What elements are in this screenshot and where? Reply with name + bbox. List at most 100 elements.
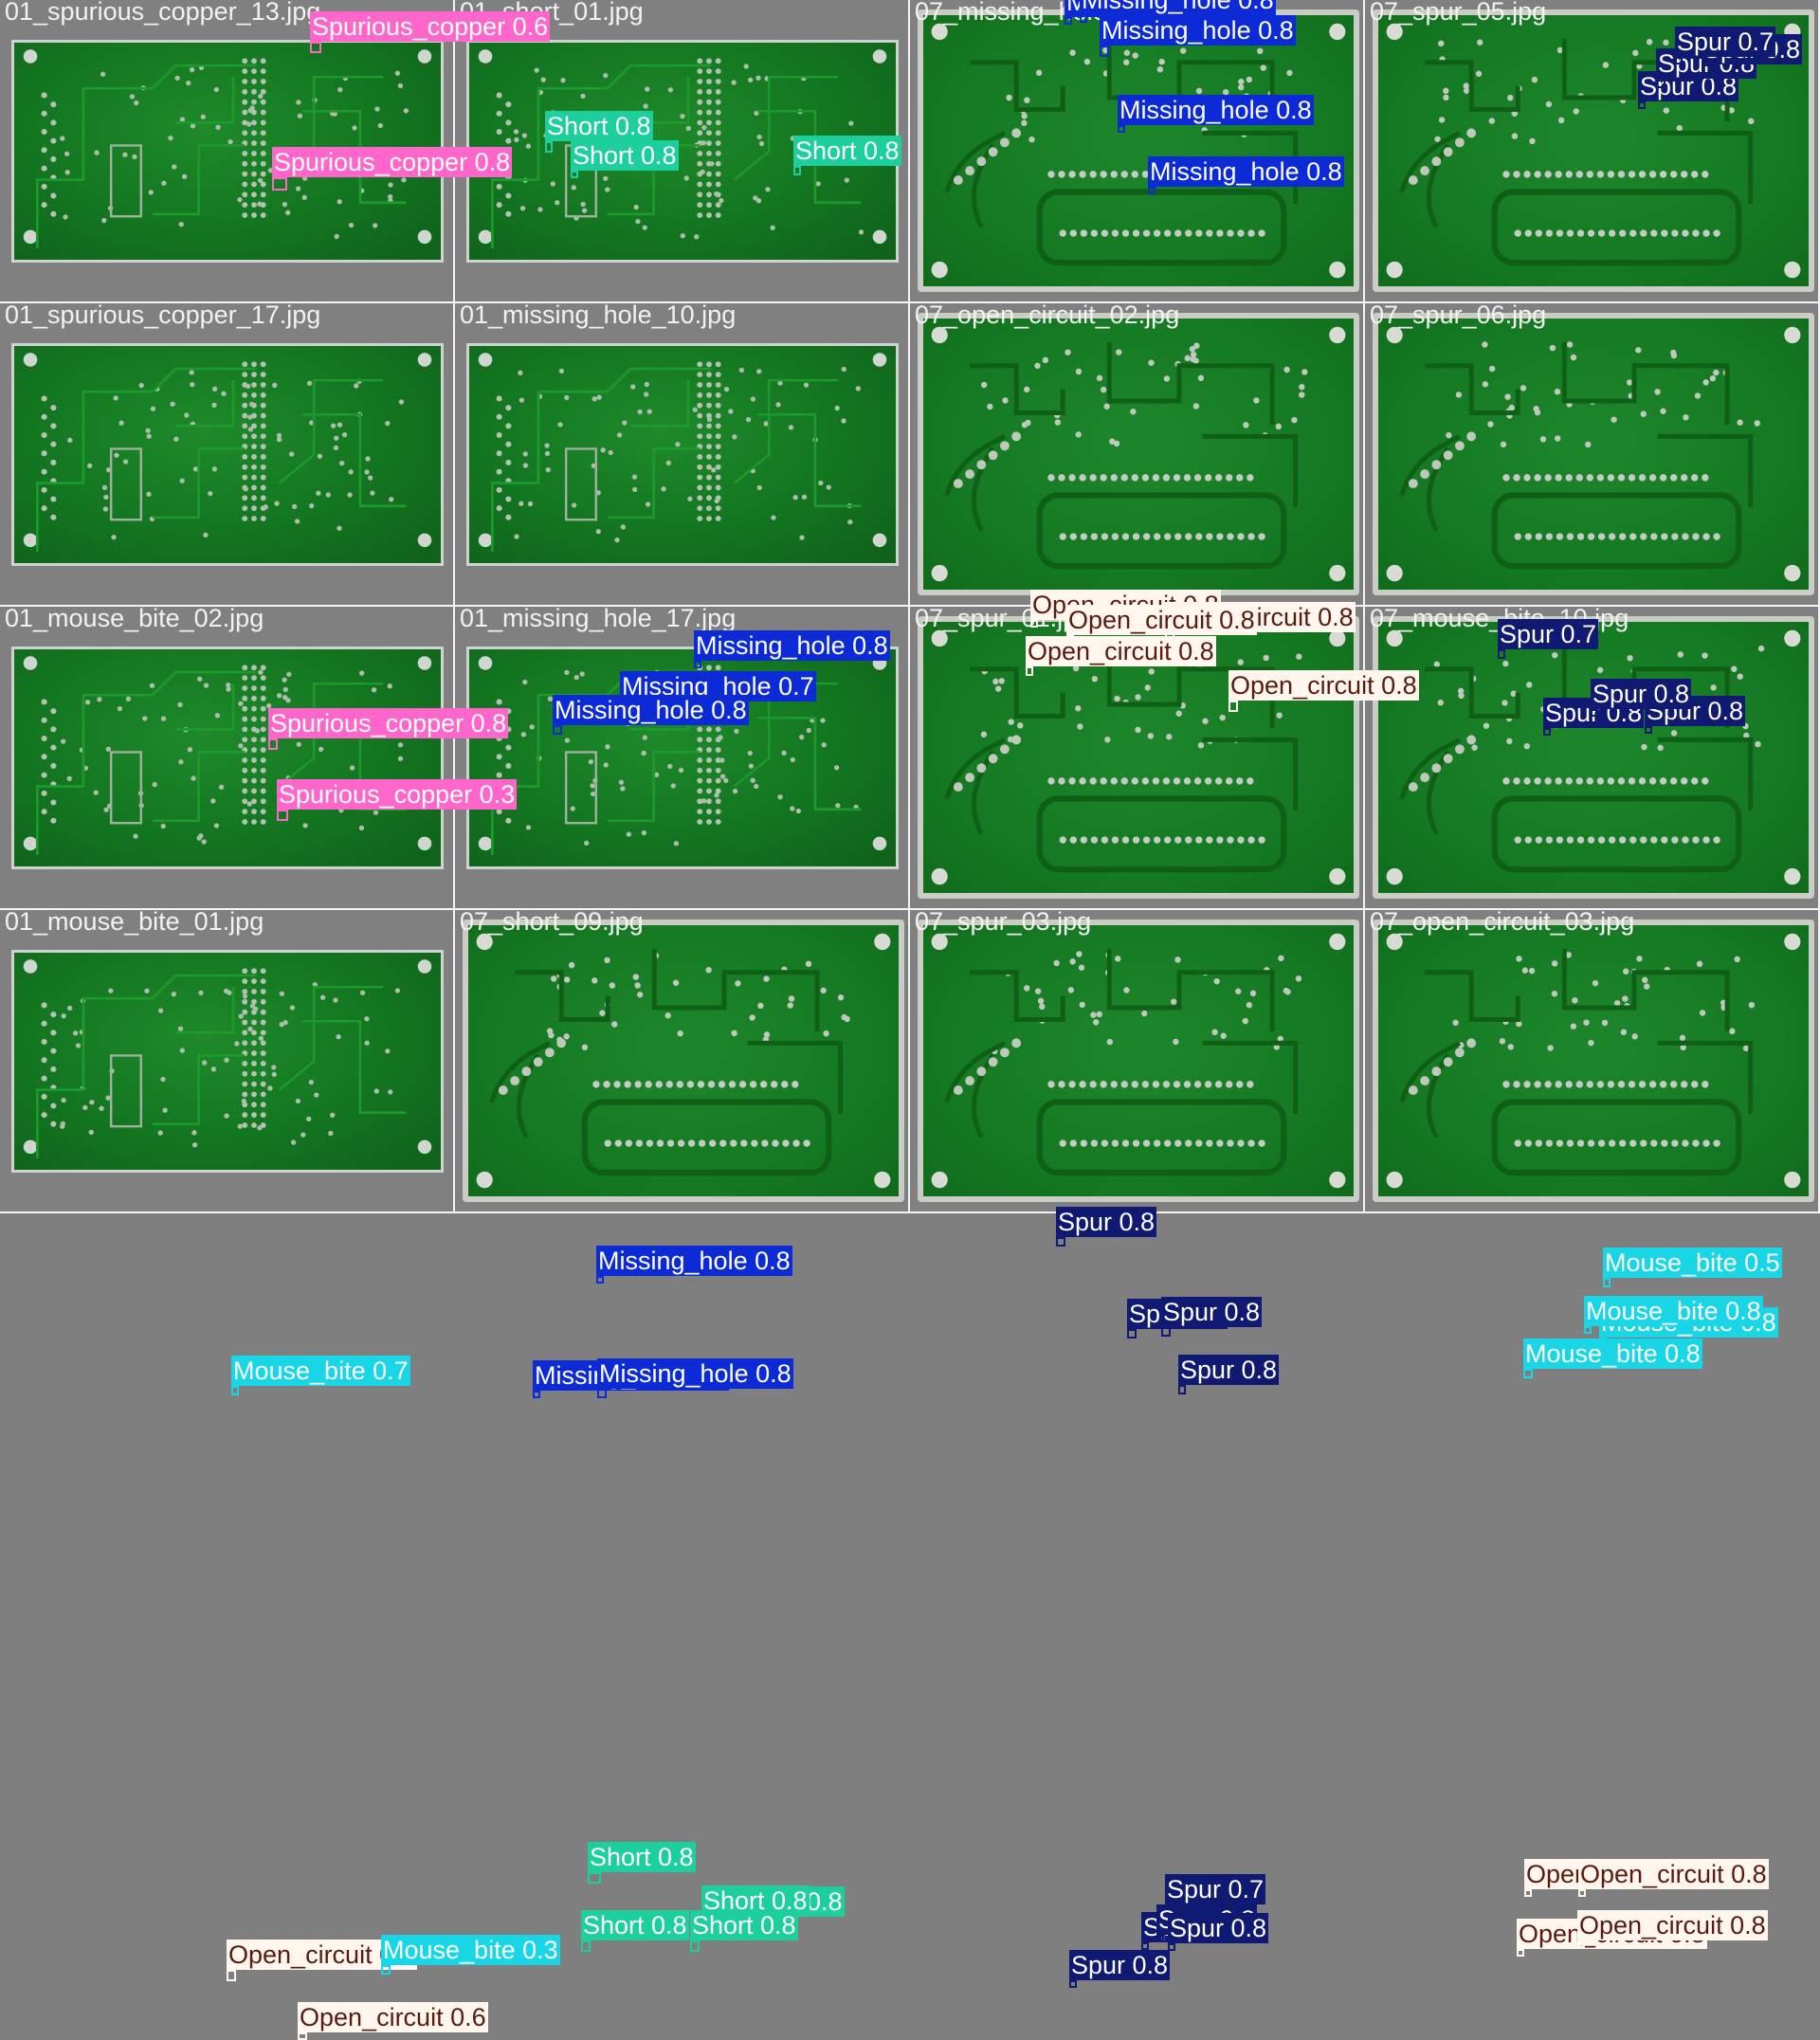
detection-label: Missing_hole 0.8 xyxy=(1118,95,1314,125)
pcb-back-artwork xyxy=(1386,933,1801,1189)
detection-label: Mouse_bite 0.5 xyxy=(1603,1248,1782,1278)
detection-box xyxy=(1517,1949,1524,1957)
pcb-back-image xyxy=(918,9,1359,292)
detection-label: Missing_hole 0.8 xyxy=(597,1358,793,1389)
detection-label: Spurious_copper 0.6 xyxy=(310,11,551,42)
detection-label: Spur 0.7 xyxy=(1165,1874,1266,1904)
detection-label: Open_circuit 0.8 xyxy=(1066,605,1257,635)
pcb-front-artwork xyxy=(478,353,887,552)
detection-box xyxy=(268,738,278,750)
tile-filename: 01_missing_hole_17.jpg xyxy=(460,607,737,632)
detection-label: Spurious_copper 0.3 xyxy=(277,779,518,810)
detection-box xyxy=(1069,1980,1077,1988)
detection-label: Spur 0.7 xyxy=(1675,27,1776,57)
detection-box xyxy=(571,171,578,178)
detection-label: Missing_hole 0.8 xyxy=(1100,15,1296,46)
detection-label: Spur 0.8 xyxy=(1178,1355,1280,1385)
tile-filename: 01_missing_hole_10.jpg xyxy=(460,303,737,329)
pcb-back-artwork xyxy=(476,933,891,1189)
pcb-back-artwork xyxy=(1386,326,1801,582)
image-tile: 01_mouse_bite_02.jpg xyxy=(0,607,455,910)
detection-box xyxy=(545,141,553,153)
detection-box xyxy=(533,1391,540,1398)
image-tile: 07_open_circuit_03.jpg xyxy=(1365,910,1820,1213)
detection-label: Spur 0.8 xyxy=(1168,1913,1269,1943)
image-tile: 07_spur_06.jpg xyxy=(1365,303,1820,607)
detection-box xyxy=(1056,1237,1065,1247)
detection-label: Short 0.8 xyxy=(581,1910,689,1940)
detection-label: Spurious_copper 0.8 xyxy=(272,147,513,177)
detection-box xyxy=(1543,728,1551,736)
detection-box xyxy=(1156,1935,1164,1942)
detection-label: Open_circuit 0.8 xyxy=(1228,670,1419,701)
detection-label: Missing_hole 0.8 xyxy=(553,695,749,725)
detection-box xyxy=(1584,1326,1592,1334)
tile-filename: 07_spur_05.jpg xyxy=(1370,0,1547,26)
image-tile: 01_spurious_copper_17.jpg xyxy=(0,303,455,607)
detection-box xyxy=(596,1276,604,1284)
detection-label: Missing_hole 0.8 xyxy=(596,1246,792,1276)
tile-filename: 07_spur_03.jpg xyxy=(915,910,1092,936)
detection-box xyxy=(1141,1942,1149,1950)
pcb-back-image xyxy=(918,313,1359,595)
detection-box xyxy=(1645,726,1652,734)
detection-box xyxy=(1030,620,1038,628)
detection-label: Short 0.8 xyxy=(690,1910,798,1940)
pcb-front-artwork xyxy=(23,656,432,855)
detection-box xyxy=(1065,17,1072,25)
image-tile: 07_missing_hole_06.jpg xyxy=(910,0,1365,303)
detection-label: Spur 0.8 xyxy=(1069,1950,1171,1980)
detection-box xyxy=(1148,187,1156,194)
detection-box xyxy=(1656,79,1665,88)
pcb-back-image xyxy=(1373,920,1814,1202)
pcb-back-image xyxy=(918,920,1359,1202)
detection-box xyxy=(588,1872,601,1884)
pcb-front-image xyxy=(11,647,444,869)
detection-box xyxy=(690,1940,700,1952)
detection-box xyxy=(1066,635,1074,643)
detection-box xyxy=(1228,701,1238,712)
detection-box xyxy=(1524,1889,1532,1897)
detection-label: Open_circuit 0.8 xyxy=(1026,636,1216,666)
tile-filename: 07_open_circuit_02.jpg xyxy=(915,303,1180,329)
detection-box xyxy=(381,1965,391,1975)
detection-box xyxy=(553,725,562,735)
detection-box xyxy=(310,42,321,53)
detection-label: Open_circuit 0.8 xyxy=(1578,1859,1769,1889)
pcb-front-artwork xyxy=(23,959,432,1158)
detection-label: Spur 0.8 xyxy=(1161,1297,1263,1327)
pcb-back-image xyxy=(1373,313,1814,595)
detection-label: Short 0.8 xyxy=(571,140,679,171)
detection-box xyxy=(1577,1940,1585,1948)
detection-label: Short 0.8 xyxy=(545,111,653,141)
detection-box xyxy=(1168,1943,1175,1951)
pcb-front-image xyxy=(11,950,444,1173)
pcb-back-image xyxy=(1373,616,1814,899)
detection-label: Spur 0.7 xyxy=(1498,619,1599,649)
detection-label: Short 0.8 xyxy=(793,136,901,166)
detection-label: Mouse_bite 0.8 xyxy=(1523,1339,1702,1369)
detection-box xyxy=(581,1940,591,1952)
pcb-back-artwork xyxy=(931,933,1346,1189)
pcb-back-artwork xyxy=(1386,629,1801,885)
detection-box xyxy=(1523,1369,1533,1378)
detection-box xyxy=(1675,57,1683,64)
tile-filename: 01_spurious_copper_17.jpg xyxy=(5,303,321,329)
detection-label: Mouse_bite 0.8 xyxy=(1584,1296,1763,1326)
detection-label: Spur 0.8 xyxy=(1591,679,1692,709)
pcb-back-artwork xyxy=(931,23,1346,279)
image-tile: 07_short_09.jpg xyxy=(455,910,910,1213)
detection-box xyxy=(694,661,701,668)
image-tile: 01_mouse_bite_01.jpg xyxy=(0,910,455,1213)
detection-box xyxy=(1591,709,1598,717)
detection-box xyxy=(1638,101,1646,109)
pcb-front-image xyxy=(11,343,444,566)
detection-mosaic: 01_spurious_copper_13.jpg Spurious_copper… xyxy=(0,0,1820,2040)
pcb-back-image xyxy=(463,920,904,1202)
image-tile: 01_missing_hole_10.jpg xyxy=(455,303,910,607)
tile-filename: 07_short_09.jpg xyxy=(460,910,644,936)
detection-label: Missing_hole 0.8 xyxy=(694,630,890,661)
detection-label: Spur 0.8 xyxy=(1056,1207,1157,1237)
detection-label: Mouse_bite 0.7 xyxy=(231,1356,410,1386)
detection-box xyxy=(1603,1278,1611,1287)
